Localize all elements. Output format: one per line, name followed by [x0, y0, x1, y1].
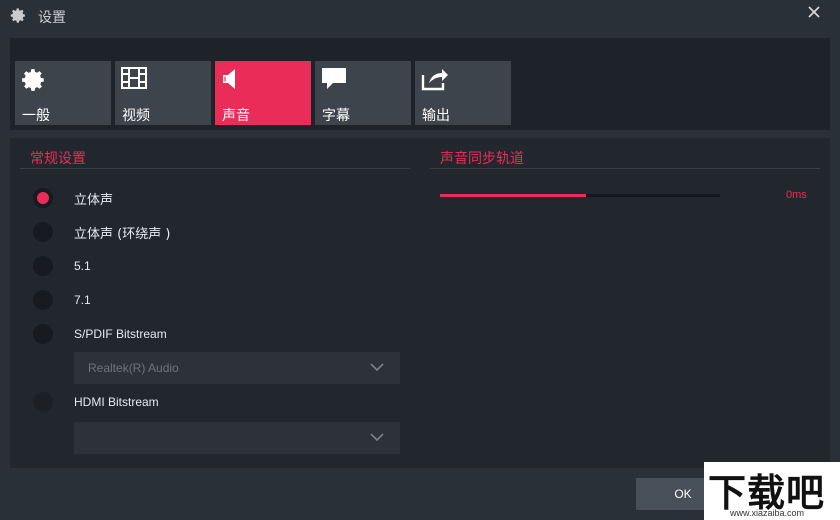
settings-panel: 常规设置 声音同步轨道 立体声 立体声 (环绕声 ) 5.1 7.1 S/PDI…	[10, 138, 830, 468]
radio-7-1[interactable]	[33, 290, 53, 310]
select-value: Realtek(R) Audio	[88, 361, 179, 375]
radio-spdif[interactable]	[33, 324, 53, 344]
option-label-spdif[interactable]: S/PDIF Bitstream	[74, 327, 167, 341]
tab-video[interactable]: 视频	[115, 61, 211, 125]
divider	[430, 168, 820, 169]
option-label-stereo-surround[interactable]: 立体声 (环绕声 )	[74, 223, 170, 242]
tab-label: 字幕	[322, 108, 350, 124]
tab-strip: 一般 视频 声音 字幕 输出	[10, 38, 830, 130]
tab-label: 输出	[422, 108, 450, 124]
radio-hdmi[interactable]	[33, 392, 53, 412]
tab-label: 视频	[122, 108, 150, 124]
tab-audio[interactable]: 声音	[215, 61, 311, 125]
speaker-icon	[221, 67, 247, 91]
general-settings-title: 常规设置	[30, 151, 86, 167]
chevron-down-icon	[370, 433, 384, 442]
spdif-device-select[interactable]: Realtek(R) Audio	[74, 352, 400, 384]
radio-stereo[interactable]	[33, 188, 53, 208]
option-label-7-1[interactable]: 7.1	[74, 293, 91, 307]
option-label-stereo[interactable]: 立体声	[74, 189, 113, 208]
radio-5-1[interactable]	[33, 256, 53, 276]
title-bar: 设置	[0, 0, 840, 32]
film-icon	[121, 67, 147, 91]
hdmi-device-select[interactable]	[74, 422, 400, 454]
export-icon	[421, 67, 448, 91]
speech-bubble-icon	[321, 67, 347, 91]
tab-label: 一般	[22, 108, 50, 124]
tab-subtitle[interactable]: 字幕	[315, 61, 411, 125]
divider	[20, 168, 410, 169]
chevron-down-icon	[370, 363, 384, 372]
watermark: 下载吧 www.xiazaiba.com	[704, 462, 840, 520]
audio-sync-title: 声音同步轨道	[440, 151, 524, 167]
tab-label: 声音	[222, 108, 250, 124]
slider-fill	[440, 194, 586, 197]
option-label-hdmi[interactable]: HDMI Bitstream	[74, 395, 159, 409]
audio-sync-value: 0ms	[786, 189, 807, 201]
radio-stereo-surround[interactable]	[33, 222, 53, 242]
audio-sync-slider[interactable]	[440, 194, 720, 197]
option-label-5-1[interactable]: 5.1	[74, 259, 91, 273]
close-icon	[808, 6, 820, 18]
watermark-url: www.xiazaiba.com	[730, 508, 805, 518]
gear-icon	[10, 7, 27, 24]
gear-icon	[21, 67, 47, 91]
tab-general[interactable]: 一般	[15, 61, 111, 125]
window-title: 设置	[38, 10, 66, 26]
close-button[interactable]	[788, 0, 840, 24]
tab-output[interactable]: 输出	[415, 61, 511, 125]
